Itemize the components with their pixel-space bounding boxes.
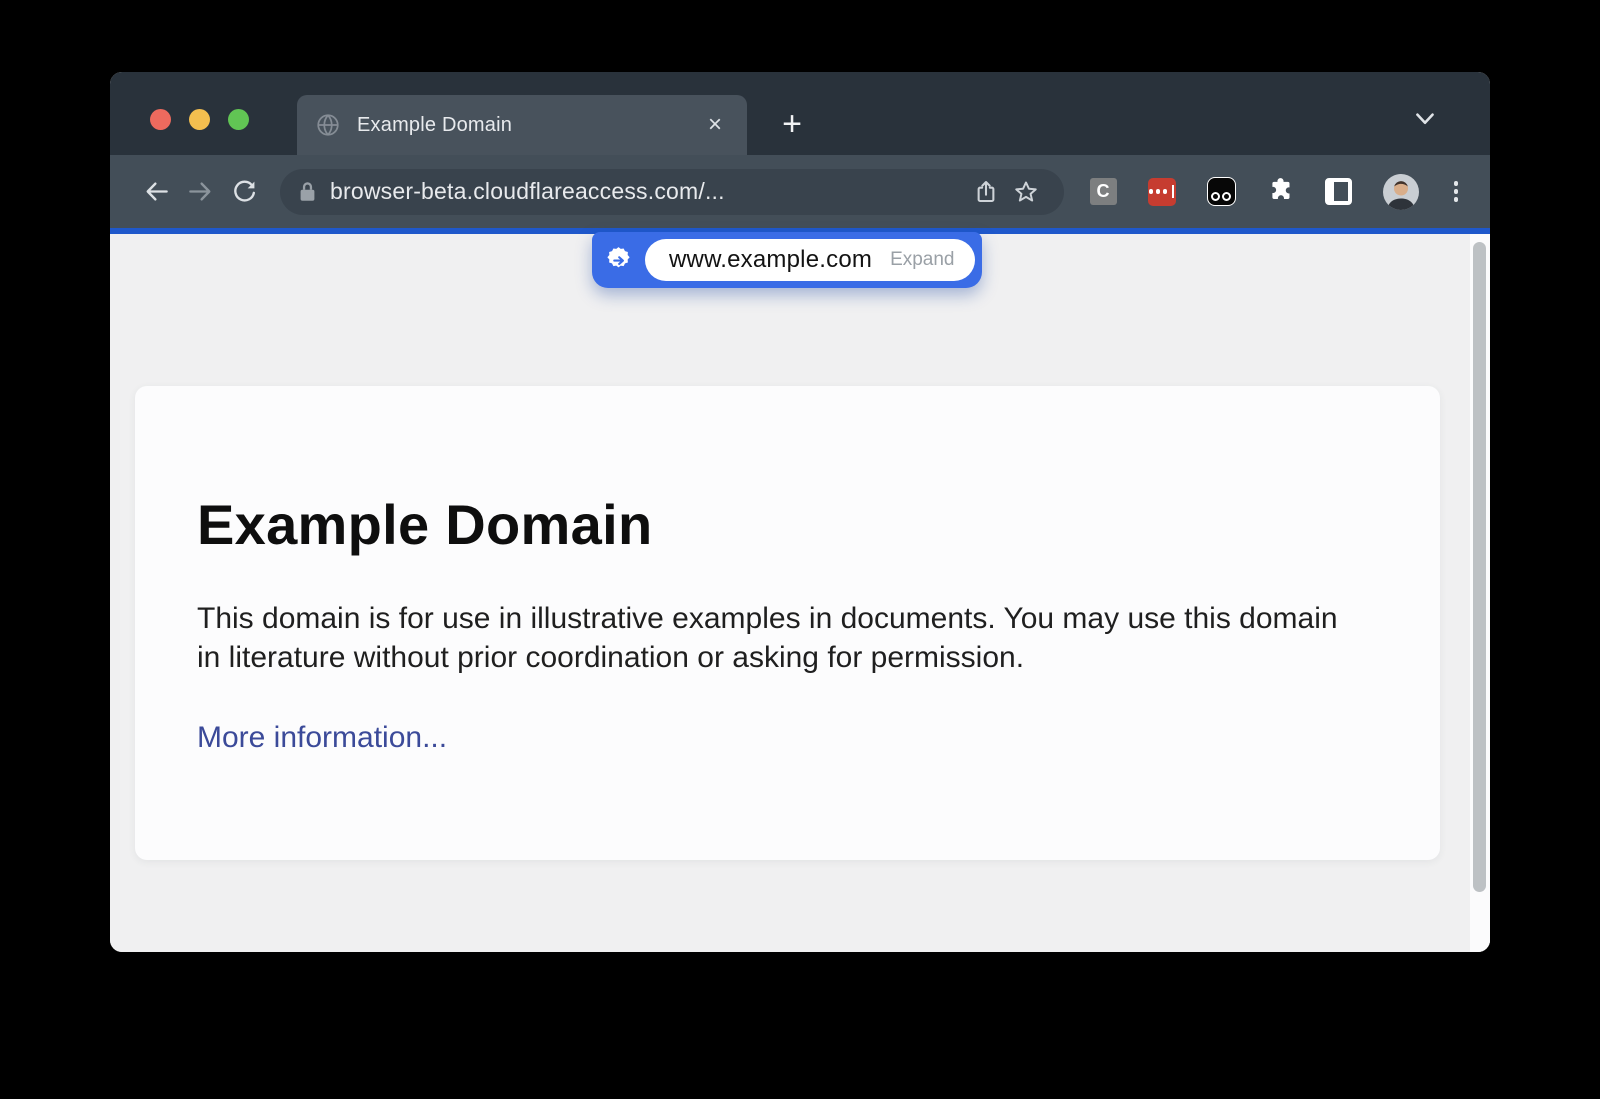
isolation-domain-field[interactable]: www.example.com Expand (645, 239, 975, 281)
page-paragraph: This domain is for use in illustrative e… (197, 599, 1347, 677)
profile-button[interactable] (1383, 174, 1419, 210)
puzzle-icon (1267, 176, 1294, 208)
tab-close-icon[interactable]: × (701, 111, 729, 139)
window-close-button[interactable] (150, 109, 171, 130)
c-extension-icon: C (1090, 178, 1117, 205)
share-icon (973, 179, 999, 205)
forward-arrow-icon (187, 178, 214, 205)
extension-c-button[interactable]: C (1090, 178, 1117, 205)
browser-window: Example Domain × + (110, 72, 1490, 952)
tab-title: Example Domain (357, 114, 512, 137)
page-title: Example Domain (197, 492, 1370, 557)
extensions-menu-button[interactable] (1267, 176, 1294, 208)
page-viewport: www.example.com Expand Example Domain Th… (110, 234, 1490, 952)
bookmark-button[interactable] (1006, 172, 1046, 212)
share-button[interactable] (966, 172, 1006, 212)
back-arrow-icon (143, 178, 170, 205)
url-bar[interactable]: browser-beta.cloudflareaccess.com/... (280, 169, 1064, 215)
isolation-domain-text: www.example.com (669, 246, 872, 274)
two-circles-icon (1207, 177, 1236, 206)
star-icon (1013, 179, 1039, 205)
tab-example-domain[interactable]: Example Domain × (297, 95, 747, 155)
lock-icon (298, 180, 317, 203)
globe-favicon-icon (315, 112, 341, 138)
window-minimize-button[interactable] (189, 109, 210, 130)
browser-menu-button[interactable] (1450, 177, 1463, 206)
reload-button[interactable] (222, 170, 266, 214)
window-controls (150, 109, 249, 130)
page-card: Example Domain This domain is for use in… (135, 386, 1440, 860)
reload-icon (231, 178, 258, 205)
shield-arrow-icon (605, 246, 632, 275)
lastpass-icon (1148, 178, 1176, 206)
url-text[interactable]: browser-beta.cloudflareaccess.com/... (330, 178, 966, 205)
extension-lastpass-button[interactable] (1148, 178, 1176, 206)
side-panel-button[interactable] (1325, 178, 1352, 205)
side-panel-icon (1325, 178, 1352, 205)
forward-button[interactable] (178, 170, 222, 214)
extension-circles-button[interactable] (1207, 177, 1236, 206)
isolation-expand-button[interactable]: Expand (890, 249, 954, 271)
profile-avatar (1383, 174, 1419, 210)
tab-strip: Example Domain × + (110, 72, 1490, 155)
new-tab-button[interactable]: + (772, 104, 812, 144)
more-information-link[interactable]: More information... (197, 721, 447, 755)
window-zoom-button[interactable] (228, 109, 249, 130)
tab-search-chevron-icon[interactable] (1412, 106, 1438, 132)
extension-row: C (1090, 174, 1463, 210)
toolbar: browser-beta.cloudflareaccess.com/... C (110, 155, 1490, 228)
scrollbar-track (1470, 234, 1490, 952)
menu-dots-icon (1454, 181, 1459, 186)
isolation-url-pill[interactable]: www.example.com Expand (592, 232, 982, 288)
back-button[interactable] (134, 170, 178, 214)
scrollbar-thumb[interactable] (1473, 242, 1486, 892)
